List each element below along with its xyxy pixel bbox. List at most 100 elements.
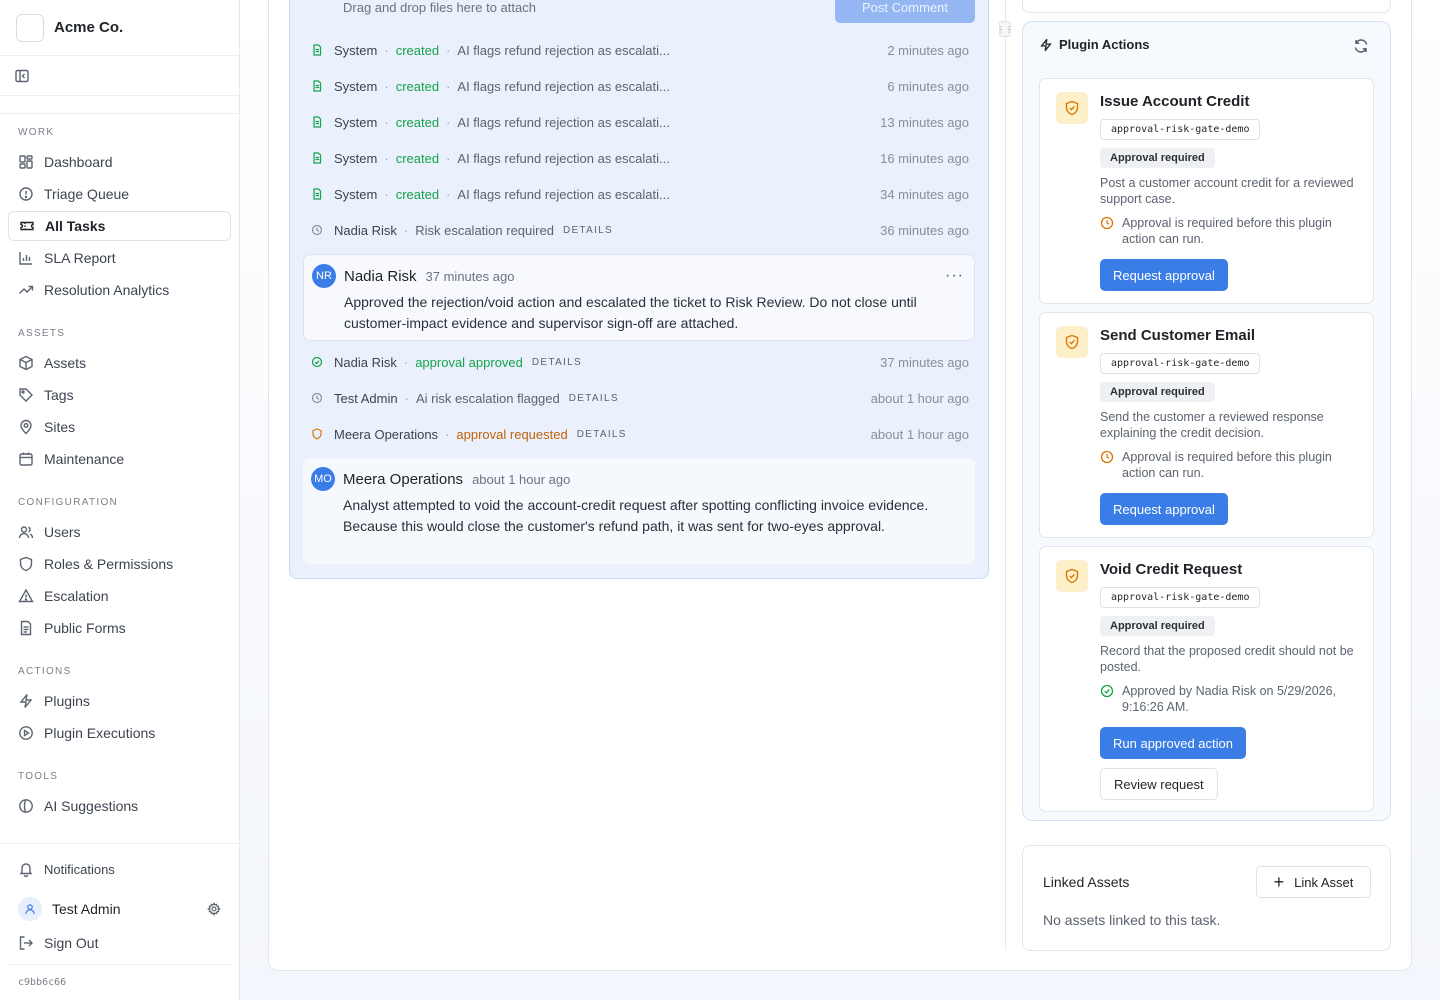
sidebar-item-public-forms[interactable]: Public Forms — [8, 613, 231, 643]
plugin-status-text: Approved by Nadia Risk on 5/29/2026, 9:1… — [1122, 684, 1337, 714]
document-icon — [313, 116, 322, 128]
refresh-icon[interactable] — [1353, 38, 1369, 54]
plus-icon: + — [1273, 872, 1285, 892]
separator-dot: · — [384, 150, 389, 166]
plugin-title: Void Credit Request — [1100, 561, 1243, 578]
linked-assets-empty: No assets linked to this task. — [1043, 912, 1221, 928]
plugin-icon — [1056, 326, 1088, 358]
plugin-card-send-customer-email: Send Customer Email approval-risk-gate-d… — [1039, 312, 1374, 538]
sign-out-button[interactable]: Sign Out — [8, 928, 231, 958]
column-divider — [1005, 0, 1006, 950]
sidebar-toggle-icon[interactable] — [14, 68, 30, 84]
notifications-button[interactable]: Notifications — [8, 854, 231, 884]
details-link[interactable]: DETAILS — [569, 393, 619, 404]
play-circle-icon — [19, 726, 33, 740]
nav-section-work: WORK — [18, 126, 55, 138]
details-link[interactable]: DETAILS — [532, 357, 582, 368]
avatar: MO — [311, 467, 335, 491]
sidebar-item-ai-suggestions[interactable]: AI Suggestions — [8, 791, 231, 821]
sidebar-item-label: Escalation — [44, 588, 109, 604]
shield-icon — [312, 428, 322, 440]
event-action: created — [395, 150, 440, 166]
comment-author: Meera Operations — [343, 470, 464, 488]
sidebar-item-dashboard[interactable]: Dashboard — [8, 147, 231, 177]
request-approval-button[interactable]: Request approval — [1100, 493, 1228, 525]
sidebar-item-sla-report[interactable]: SLA Report — [8, 243, 231, 273]
bar-chart-icon — [19, 252, 32, 265]
sidebar-item-resolution-analytics[interactable]: Resolution Analytics — [8, 275, 231, 305]
plugin-title: Issue Account Credit — [1100, 93, 1250, 110]
event-action: approval approved — [415, 354, 523, 370]
activity-event: Nadia Risk · Risk escalation required DET… — [311, 219, 969, 241]
more-icon[interactable]: ··· — [945, 267, 964, 285]
shield-check-icon — [1065, 334, 1079, 350]
gear-icon[interactable] — [207, 902, 221, 916]
sidebar-item-users[interactable]: Users — [8, 517, 231, 547]
details-link[interactable]: DETAILS — [563, 225, 613, 236]
sidebar-footer: Notifications Test Admin Sign Out — [0, 843, 239, 960]
activity-event: Nadia Risk · approval approved DETAILS 37… — [311, 351, 969, 373]
trending-up-icon — [19, 285, 34, 294]
event-action: created — [395, 114, 440, 130]
collapse-row — [0, 56, 239, 96]
sidebar-nav: WORK Dashboard Triage Queue All Tasks SL… — [0, 113, 239, 823]
review-request-button[interactable]: Review request — [1100, 768, 1218, 800]
zap-icon — [19, 694, 33, 708]
clock-icon — [1100, 216, 1114, 230]
post-comment-button[interactable]: Post Comment — [835, 0, 975, 23]
activity-event: System · created · AI flags refund rejecti… — [311, 39, 969, 61]
separator-dot: · — [446, 114, 451, 130]
separator-dot: · — [446, 42, 451, 58]
event-actor: Nadia Risk — [334, 354, 397, 370]
link-asset-label: Link Asset — [1294, 874, 1354, 890]
run-approved-action-button[interactable]: Run approved action — [1100, 727, 1246, 759]
sidebar-item-assets[interactable]: Assets — [8, 348, 231, 378]
clock-icon — [1100, 450, 1114, 464]
brand[interactable]: Acme Co. — [0, 0, 239, 56]
activity-event: System · created · AI flags refund rejecti… — [311, 75, 969, 97]
plugin-card-issue-account-credit: Issue Account Credit approval-risk-gate-… — [1039, 78, 1374, 304]
nav-section-actions: ACTIONS — [18, 665, 72, 677]
link-asset-button[interactable]: + Link Asset — [1256, 866, 1371, 898]
sidebar-item-plugin-executions[interactable]: Plugin Executions — [8, 718, 231, 748]
event-time: 36 minutes ago — [880, 222, 969, 238]
plugin-card-void-credit-request: Void Credit Request approval-risk-gate-d… — [1039, 546, 1374, 812]
plugin-status: Approved by Nadia Risk on 5/29/2026, 9:1… — [1100, 683, 1362, 715]
sidebar-item-roles-permissions[interactable]: Roles & Permissions — [8, 549, 231, 579]
separator-dot: · — [404, 390, 409, 406]
comment-header: NR Nadia Risk 37 minutes ago ··· — [312, 264, 968, 288]
user-icon — [25, 904, 35, 914]
sidebar-item-label: Assets — [44, 355, 87, 371]
document-icon — [313, 188, 322, 200]
plugin-description: Record that the proposed credit should n… — [1100, 644, 1354, 674]
sidebar-item-maintenance[interactable]: Maintenance — [8, 444, 231, 474]
sidebar-item-tags[interactable]: Tags — [8, 380, 231, 410]
request-approval-button[interactable]: Request approval — [1100, 259, 1228, 291]
details-link[interactable]: DETAILS — [577, 429, 627, 440]
plugin-icon — [1056, 560, 1088, 592]
user-menu[interactable]: Test Admin — [8, 892, 231, 926]
comment-time: about 1 hour ago — [472, 471, 571, 487]
event-description: AI flags refund rejection as escalati... — [457, 186, 670, 202]
sidebar-item-all-tasks[interactable]: All Tasks — [8, 211, 231, 241]
sidebar-item-triage-queue[interactable]: Triage Queue — [8, 179, 231, 209]
event-time: about 1 hour ago — [870, 390, 969, 406]
separator-dot: · — [384, 114, 389, 130]
event-action: created — [395, 42, 440, 58]
separator-dot: · — [403, 222, 409, 238]
resize-handle[interactable]: ⋮⋮ — [997, 21, 1013, 37]
event-time: 34 minutes ago — [880, 186, 969, 202]
sidebar-item-sites[interactable]: Sites — [8, 412, 231, 442]
sidebar-item-escalation[interactable]: Escalation — [8, 581, 231, 611]
event-description: Ai risk escalation flagged — [415, 390, 560, 406]
ticket-icon — [20, 221, 34, 231]
separator-dot: · — [446, 78, 451, 94]
event-action: created — [395, 78, 440, 94]
document-icon — [313, 152, 322, 164]
approval-badge: Approval required — [1100, 382, 1215, 402]
sidebar-item-plugins[interactable]: Plugins — [8, 686, 231, 716]
event-action: approval requested — [456, 426, 568, 442]
comment-time: 37 minutes ago — [425, 268, 515, 284]
event-description: AI flags refund rejection as escalati... — [457, 150, 670, 166]
shield-check-icon — [1065, 100, 1079, 116]
